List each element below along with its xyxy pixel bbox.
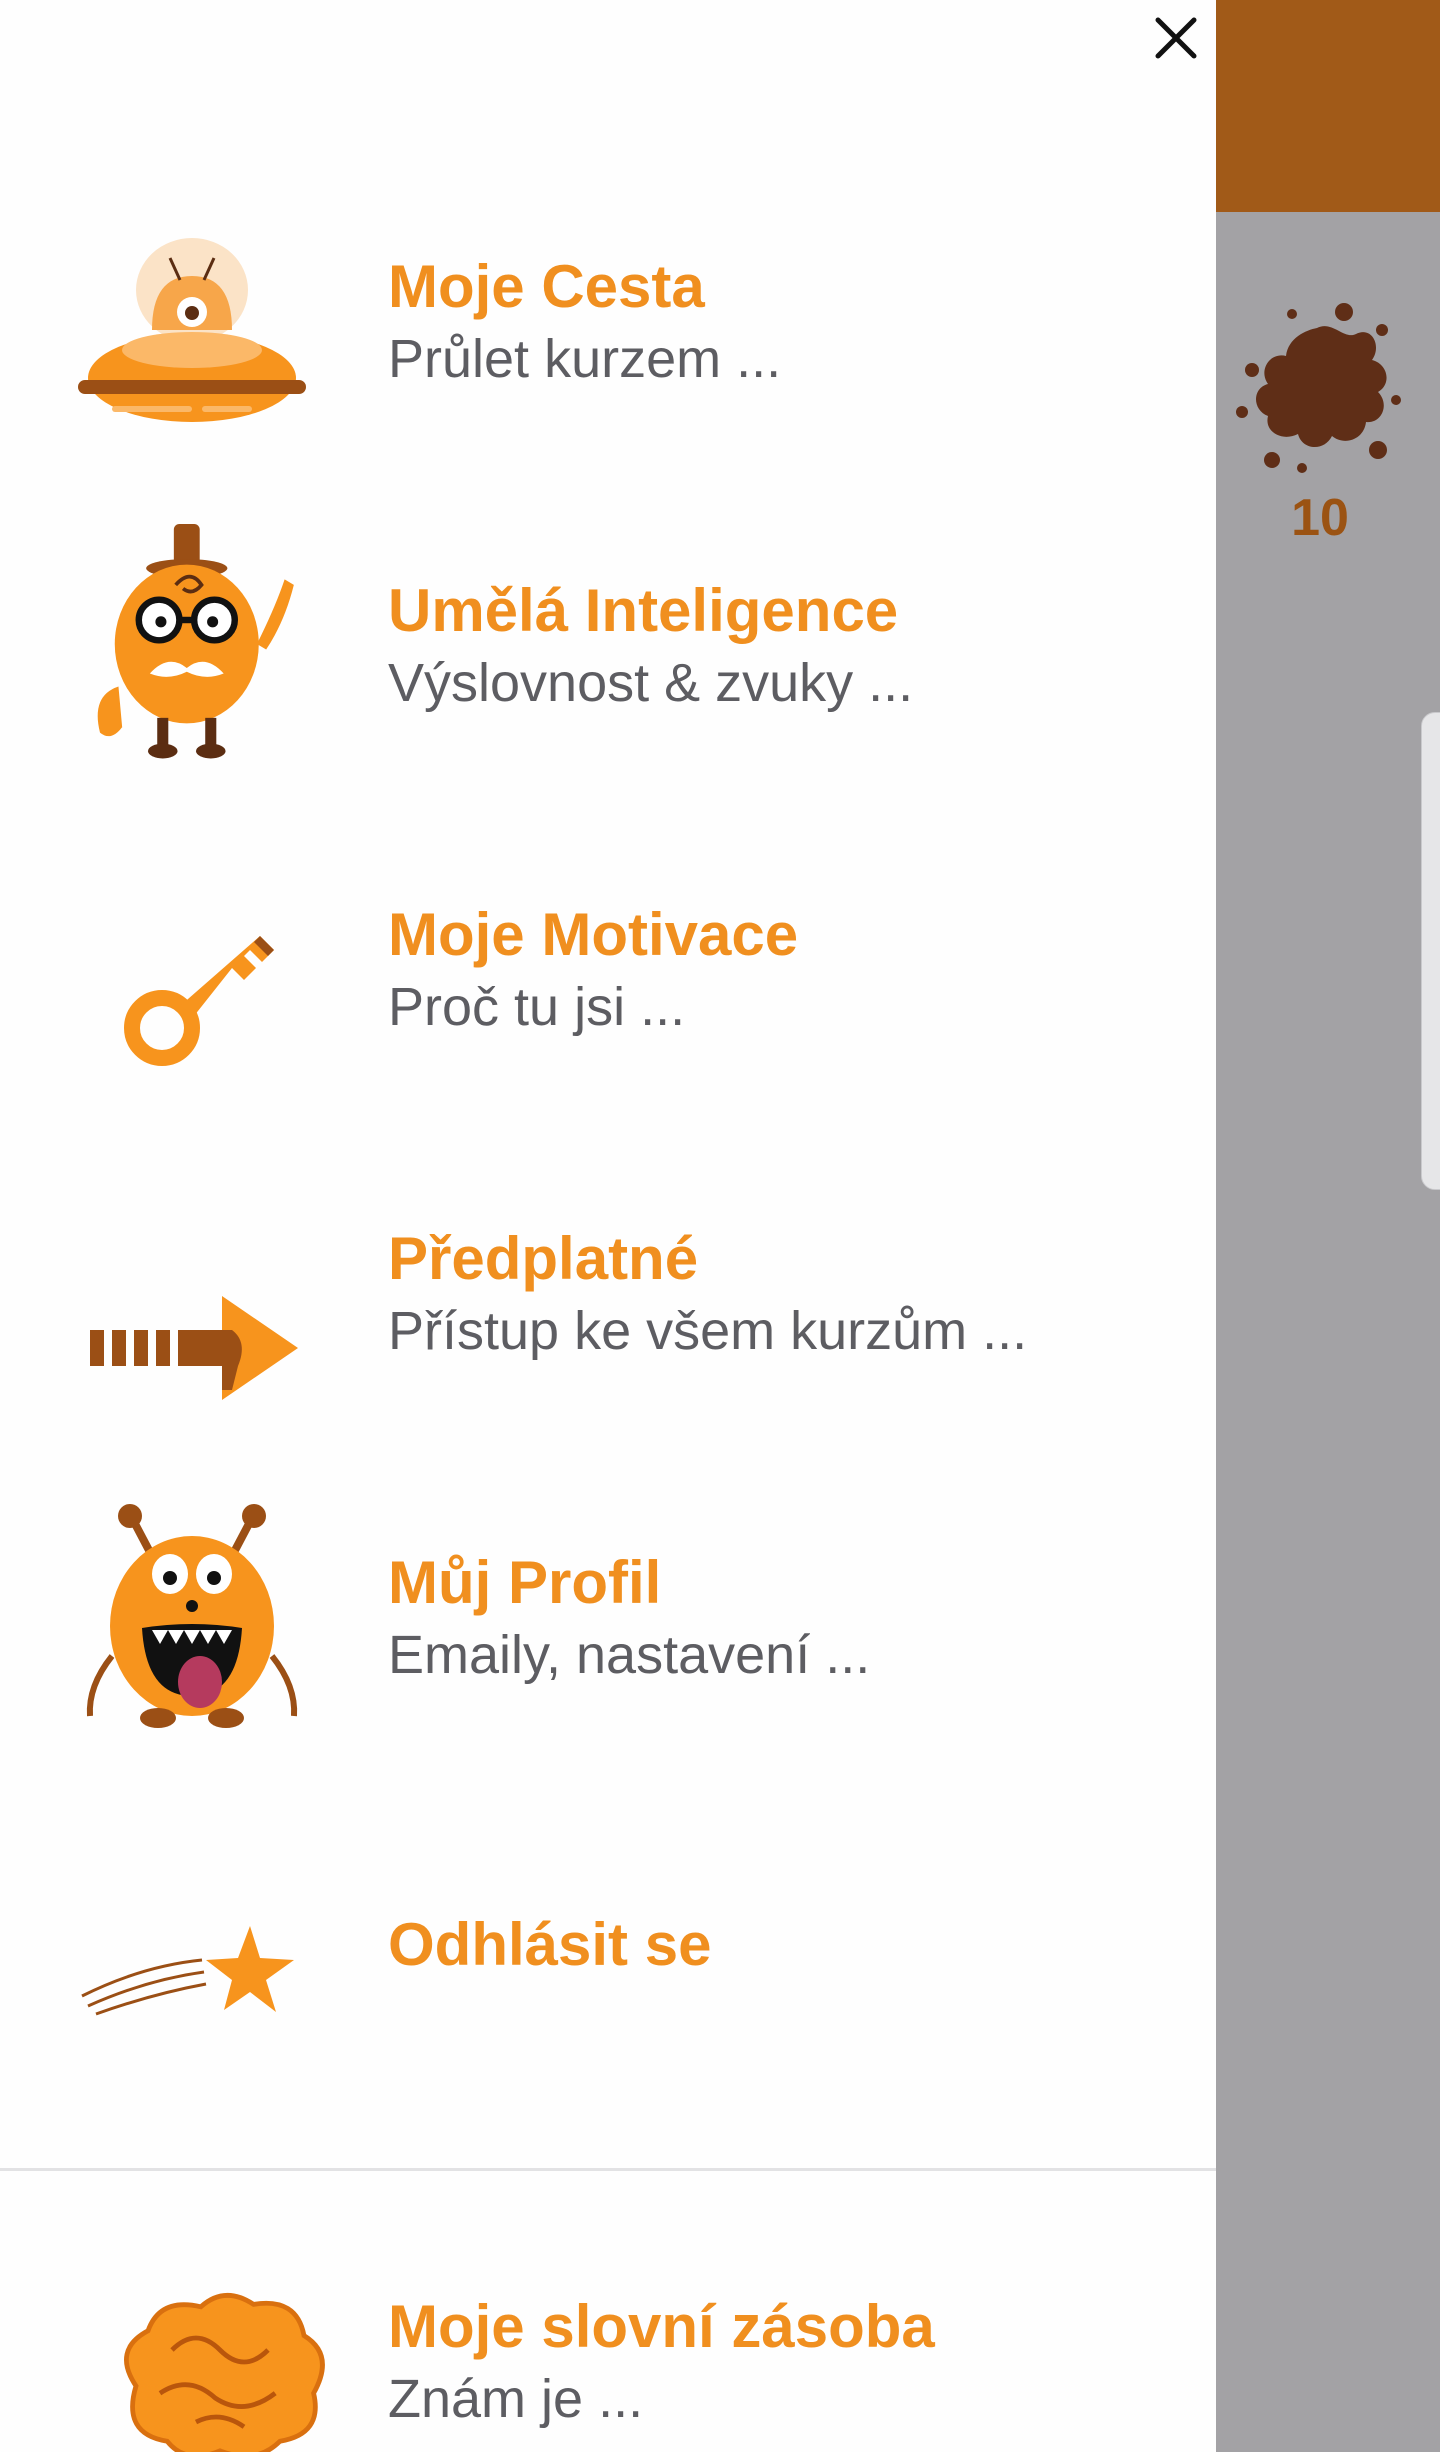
professor-monster-icon (97, 524, 294, 759)
app-dimmed-overlay[interactable] (1216, 212, 1440, 2452)
menu-item-moje-motivace[interactable]: Moje Motivace Proč tu jsi ... (0, 848, 1216, 1108)
menu-item-title: Předplatné (388, 1225, 699, 1292)
navigation-drawer: Moje Cesta Průlet kurzem ... Umělá Intel… (0, 0, 1216, 2452)
menu-item-title: Odhlásit se (388, 1911, 712, 1978)
menu-item-subtitle: Přístup ke všem kurzům ... (388, 1301, 1028, 1361)
brain-icon (124, 2293, 325, 2452)
splat-count: 10 (1291, 489, 1349, 547)
monster-icon (86, 1504, 298, 1728)
menu-item-umela-inteligence[interactable]: Umělá Inteligence Výslovnost & zvuky ... (0, 524, 1216, 784)
splat-icon (1236, 303, 1401, 473)
menu-item-title: Můj Profil (388, 1549, 662, 1616)
menu-divider (0, 2168, 1216, 2171)
menu-item-title: Moje slovní zásoba (388, 2293, 935, 2360)
menu-item-subtitle: Znám je ... (388, 2369, 644, 2429)
menu-item-subtitle: Proč tu jsi ... (388, 977, 686, 1037)
menu-item-moje-slovni-zasoba[interactable]: Moje slovní zásoba Znám je ... (0, 2244, 1216, 2452)
key-icon (124, 936, 274, 1066)
menu-item-subtitle: Průlet kurzem ... (388, 329, 782, 389)
shooting-star-icon (81, 1926, 294, 2016)
screen: 10 Moje Cesta Průlet kurzem ... Umělá In… (0, 0, 1440, 2452)
menu-item-moje-cesta[interactable]: Moje Cesta Průlet kurzem ... (0, 200, 1216, 460)
arrow-right-icon (90, 1296, 298, 1400)
close-icon[interactable] (1148, 10, 1204, 66)
app-header-bar (1216, 0, 1440, 212)
menu-item-title: Moje Motivace (388, 901, 799, 968)
side-panel-handle[interactable] (1421, 712, 1440, 1190)
ufo-alien-icon (78, 238, 306, 422)
menu-item-odhlasit-se[interactable]: Odhlásit se (0, 1820, 1216, 2080)
menu-item-predplatne[interactable]: Předplatné Přístup ke všem kurzům ... (0, 1172, 1216, 1432)
menu-item-muj-profil[interactable]: Můj Profil Emaily, nastavení ... (0, 1496, 1216, 1756)
menu-item-title: Umělá Inteligence (388, 577, 899, 644)
menu-item-subtitle: Výslovnost & zvuky ... (388, 653, 914, 713)
menu-item-subtitle: Emaily, nastavení ... (388, 1625, 871, 1685)
menu-item-title: Moje Cesta (388, 253, 705, 320)
